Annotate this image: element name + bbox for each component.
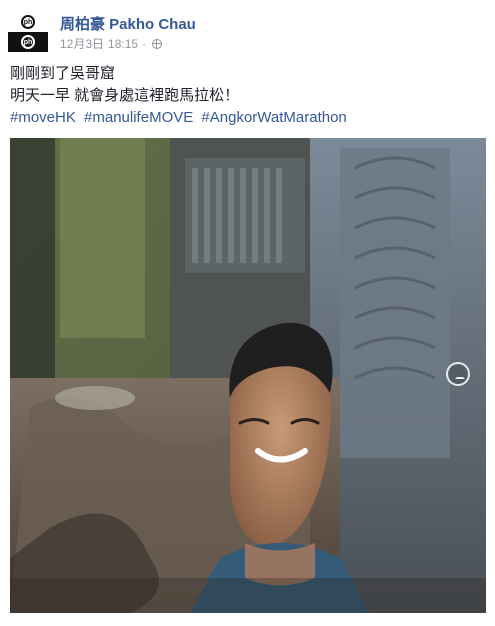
avatar-logo-inverted: ph: [21, 35, 35, 49]
temple-selfie-image: [10, 138, 486, 613]
post-time[interactable]: 18:15: [108, 37, 138, 51]
meta-separator: ·: [142, 36, 147, 51]
facebook-post-card: ph ph 周柏豪 Pakho Chau 12月3日 18:15 · 剛剛到了吳…: [0, 0, 495, 626]
globe-icon[interactable]: [152, 38, 163, 49]
post-line-2: 明天一早 就會身處這裡跑馬拉松！: [10, 87, 240, 104]
post-meta: 12月3日 18:15 ·: [60, 35, 163, 52]
hashtags: #moveHK #manulifeMOVE #AngkorWatMarathon: [10, 107, 351, 129]
avatar[interactable]: ph: [8, 12, 48, 32]
avatar-secondary[interactable]: ph: [8, 32, 48, 52]
hashtag-move-hk[interactable]: #moveHK: [10, 109, 76, 126]
post-header: ph ph 周柏豪 Pakho Chau 12月3日 18:15 ·: [8, 8, 488, 52]
post-photo[interactable]: [10, 138, 486, 613]
post-date[interactable]: 12月3日: [60, 35, 104, 52]
hashtag-angkor-wat-marathon[interactable]: #AngkorWatMarathon: [201, 109, 346, 126]
360-pano-icon[interactable]: [446, 362, 470, 386]
hashtag-manulife-move[interactable]: #manulifeMOVE: [84, 109, 193, 126]
post-line-1: 剛剛到了吳哥窟: [10, 65, 116, 82]
post-text: 剛剛到了吳哥窟 明天一早 就會身處這裡跑馬拉松！: [10, 63, 480, 107]
avatar-logo: ph: [21, 15, 35, 29]
author-name[interactable]: 周柏豪 Pakho Chau: [60, 13, 196, 34]
